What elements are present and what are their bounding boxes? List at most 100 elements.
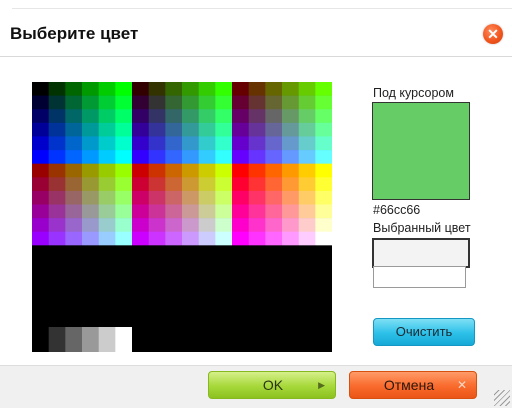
palette-cell[interactable] [132, 313, 149, 328]
palette-cell[interactable] [182, 204, 199, 219]
palette-cell[interactable] [248, 150, 266, 164]
palette-cell[interactable] [215, 299, 233, 314]
palette-cell[interactable] [232, 150, 249, 164]
palette-cell[interactable] [132, 286, 149, 301]
palette-cell[interactable] [82, 109, 99, 124]
palette-cell[interactable] [115, 190, 133, 205]
palette-cell[interactable] [232, 218, 249, 233]
palette-cell[interactable] [98, 286, 116, 301]
palette-cell[interactable] [282, 136, 299, 151]
palette-cell[interactable] [248, 136, 266, 151]
palette-cell[interactable] [282, 150, 299, 164]
palette-cell[interactable] [65, 150, 83, 164]
grayscale-cell[interactable] [48, 327, 66, 352]
palette-cell[interactable] [232, 231, 249, 246]
palette-cell[interactable] [98, 218, 116, 233]
palette-cell[interactable] [165, 122, 183, 137]
palette-cell[interactable] [215, 150, 233, 164]
palette-cell[interactable] [65, 82, 83, 96]
palette-cell[interactable] [148, 272, 166, 287]
palette-cell[interactable] [198, 190, 216, 205]
palette-cell[interactable] [215, 177, 233, 192]
palette-cell[interactable] [32, 82, 49, 96]
palette-cell[interactable] [248, 299, 266, 314]
palette-cell[interactable] [48, 272, 66, 287]
palette-cell[interactable] [82, 313, 99, 328]
palette-cell[interactable] [315, 150, 332, 164]
palette-cell[interactable] [148, 177, 166, 192]
palette-cell[interactable] [215, 218, 233, 233]
palette-cell[interactable] [115, 218, 133, 233]
palette-cell[interactable] [298, 299, 316, 314]
palette-cell[interactable] [132, 258, 149, 273]
palette-cell[interactable] [248, 163, 266, 178]
palette-cell[interactable] [298, 218, 316, 233]
palette-cell[interactable] [82, 95, 99, 110]
palette-cell[interactable] [315, 299, 332, 314]
palette-cell[interactable] [198, 286, 216, 301]
palette-cell[interactable] [132, 190, 149, 205]
palette-cell[interactable] [182, 109, 199, 124]
palette-cell[interactable] [315, 95, 332, 110]
palette-cell[interactable] [182, 150, 199, 164]
palette-cell[interactable] [132, 204, 149, 219]
palette-cell[interactable] [165, 286, 183, 301]
palette-cell[interactable] [65, 122, 83, 137]
color-palette[interactable] [32, 82, 332, 352]
palette-cell[interactable] [132, 163, 149, 178]
palette-cell[interactable] [232, 299, 249, 314]
palette-cell[interactable] [148, 122, 166, 137]
palette-cell[interactable] [215, 82, 233, 96]
palette-cell[interactable] [248, 122, 266, 137]
palette-cell[interactable] [182, 163, 199, 178]
palette-cell[interactable] [215, 313, 233, 328]
palette-cell[interactable] [298, 245, 316, 260]
palette-cell[interactable] [48, 109, 66, 124]
palette-cell[interactable] [282, 95, 299, 110]
palette-cell[interactable] [298, 136, 316, 151]
palette-cell[interactable] [232, 286, 249, 301]
palette-cell[interactable] [215, 190, 233, 205]
palette-cell[interactable] [148, 150, 166, 164]
palette-cell[interactable] [115, 286, 133, 301]
palette-cell[interactable] [215, 204, 233, 219]
palette-cell[interactable] [65, 286, 83, 301]
palette-cell[interactable] [98, 272, 116, 287]
palette-cell[interactable] [65, 109, 83, 124]
palette-cell[interactable] [248, 313, 266, 328]
palette-cell[interactable] [282, 82, 299, 96]
palette-cell[interactable] [132, 245, 149, 260]
palette-cell[interactable] [215, 231, 233, 246]
palette-cell[interactable] [82, 122, 99, 137]
palette-cell[interactable] [265, 163, 283, 178]
palette-cell[interactable] [282, 177, 299, 192]
palette-cell[interactable] [132, 272, 149, 287]
palette-cell[interactable] [148, 286, 166, 301]
palette-cell[interactable] [248, 190, 266, 205]
palette-cell[interactable] [215, 136, 233, 151]
palette-cell[interactable] [282, 299, 299, 314]
palette-cell[interactable] [265, 231, 283, 246]
resize-grip-icon[interactable] [494, 390, 510, 406]
palette-cell[interactable] [215, 163, 233, 178]
palette-cell[interactable] [215, 286, 233, 301]
palette-cell[interactable] [282, 258, 299, 273]
palette-cell[interactable] [48, 177, 66, 192]
palette-cell[interactable] [48, 245, 66, 260]
palette-cell[interactable] [315, 218, 332, 233]
palette-cell[interactable] [182, 231, 199, 246]
palette-cell[interactable] [82, 82, 99, 96]
palette-cell[interactable] [265, 136, 283, 151]
palette-cell[interactable] [182, 82, 199, 96]
palette-cell[interactable] [32, 177, 49, 192]
palette-cell[interactable] [115, 313, 133, 328]
palette-cell[interactable] [298, 82, 316, 96]
palette-cell[interactable] [132, 231, 149, 246]
palette-cell[interactable] [48, 286, 66, 301]
palette-cell[interactable] [148, 258, 166, 273]
palette-cell[interactable] [215, 95, 233, 110]
palette-cell[interactable] [115, 150, 133, 164]
palette-cell[interactable] [132, 95, 149, 110]
palette-cell[interactable] [148, 313, 166, 328]
palette-cell[interactable] [132, 150, 149, 164]
